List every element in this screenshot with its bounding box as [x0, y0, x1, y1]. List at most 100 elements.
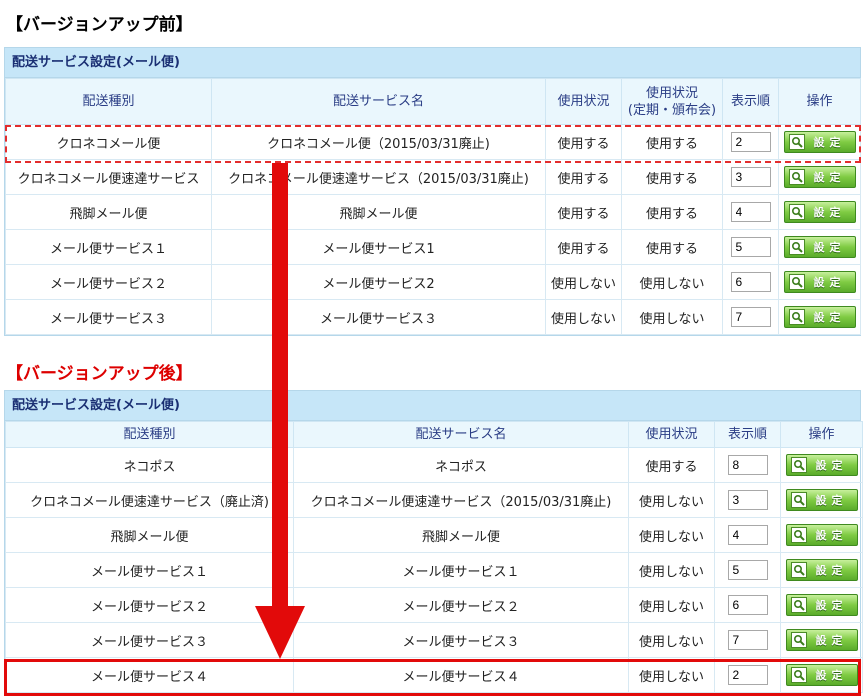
- header-service-name: 配送サービス名: [211, 78, 546, 125]
- display-order-input[interactable]: [730, 237, 771, 257]
- display-order-input[interactable]: [727, 455, 768, 475]
- delivery-type-cell: 飛脚メール便: [5, 194, 212, 230]
- action-cell: 設定: [778, 124, 861, 160]
- settings-button-label: 設定: [815, 459, 848, 472]
- action-cell: 設定: [780, 552, 863, 588]
- display-order-input[interactable]: [727, 665, 768, 685]
- delivery-type-cell: 飛脚メール便: [5, 517, 294, 553]
- display-order-input[interactable]: [730, 202, 771, 222]
- delivery-type-cell: メール便サービス１: [5, 552, 294, 588]
- table-row: メール便サービス３メール便サービス３使用しない 設定: [5, 622, 863, 658]
- status-cell: 使用しない: [628, 517, 715, 553]
- display-order-input[interactable]: [727, 560, 768, 580]
- settings-button[interactable]: 設定: [785, 629, 858, 651]
- table-row: 飛脚メール便飛脚メール便使用する使用する 設定: [5, 194, 861, 230]
- action-cell: 設定: [778, 159, 861, 195]
- delivery-type-cell: メール便サービス２: [5, 587, 294, 623]
- status-cell: 使用しない: [545, 299, 622, 335]
- wrench-magnifier-icon: [788, 274, 805, 290]
- table-row: メール便サービス１メール便サービス１使用しない 設定: [5, 552, 863, 588]
- display-order-input[interactable]: [727, 595, 768, 615]
- settings-button[interactable]: 設定: [783, 271, 856, 293]
- after-heading: 【バージョンアップ後】: [6, 364, 193, 384]
- display-order-input[interactable]: [727, 490, 768, 510]
- settings-button-label: 設定: [815, 494, 848, 507]
- action-cell: 設定: [778, 264, 861, 300]
- service-name-cell: クロネコメール便（2015/03/31廃止): [211, 124, 546, 160]
- wrench-magnifier-icon: [790, 597, 807, 613]
- action-cell: 設定: [780, 447, 863, 483]
- delivery-type-cell: メール便サービス３: [5, 299, 212, 335]
- settings-button[interactable]: 設定: [783, 306, 856, 328]
- header-status-regular-line1: 使用状況: [645, 85, 698, 101]
- settings-button[interactable]: 設定: [783, 131, 856, 153]
- display-order-input[interactable]: [727, 525, 768, 545]
- status-regular-cell: 使用する: [621, 159, 723, 195]
- header-status-regular-line2: (定期・頒布会): [627, 102, 717, 118]
- status-cell: 使用する: [545, 229, 622, 265]
- settings-table-after: 配送種別 配送サービス名 使用状況 表示順 操作 ネコポスネコポス使用する 設定…: [5, 421, 863, 693]
- service-name-cell: クロネコメール便速達サービス（2015/03/31廃止): [211, 159, 546, 195]
- table-header-row: 配送種別 配送サービス名 使用状況 表示順 操作: [5, 421, 863, 448]
- settings-button[interactable]: 設定: [783, 236, 856, 258]
- service-name-cell: 飛脚メール便: [293, 517, 629, 553]
- header-display-order: 表示順: [714, 421, 781, 448]
- settings-button[interactable]: 設定: [785, 489, 858, 511]
- settings-button[interactable]: 設定: [785, 454, 858, 476]
- settings-table-before: 配送種別 配送サービス名 使用状況 使用状況 (定期・頒布会) 表示順 操作 ク…: [5, 78, 861, 335]
- status-regular-cell: 使用する: [621, 124, 723, 160]
- action-cell: 設定: [780, 517, 863, 553]
- display-order-cell: [714, 482, 781, 518]
- display-order-input[interactable]: [730, 132, 771, 152]
- header-status-regular: 使用状況 (定期・頒布会): [621, 78, 723, 125]
- settings-button[interactable]: 設定: [785, 664, 858, 686]
- settings-table-after-body: ネコポスネコポス使用する 設定 クロネコメール便速達サービス（廃止済)クロネコメ…: [5, 447, 863, 693]
- status-cell: 使用する: [545, 124, 622, 160]
- wrench-magnifier-icon: [790, 492, 807, 508]
- delivery-type-cell: メール便サービス２: [5, 264, 212, 300]
- settings-button-label: 設定: [815, 529, 848, 542]
- display-order-cell: [714, 622, 781, 658]
- table-row: メール便サービス３メール便サービス３使用しない使用しない 設定: [5, 299, 861, 335]
- settings-button-label: 設定: [813, 241, 846, 254]
- display-order-cell: [722, 299, 779, 335]
- status-cell: 使用しない: [545, 264, 622, 300]
- display-order-cell: [714, 517, 781, 553]
- header-status: 使用状況: [545, 78, 622, 125]
- settings-button-label: 設定: [813, 311, 846, 324]
- settings-button-label: 設定: [815, 669, 848, 682]
- settings-button-label: 設定: [813, 276, 846, 289]
- delivery-type-cell: クロネコメール便: [5, 124, 212, 160]
- status-cell: 使用する: [628, 447, 715, 483]
- settings-button[interactable]: 設定: [785, 594, 858, 616]
- status-regular-cell: 使用しない: [621, 264, 723, 300]
- action-cell: 設定: [780, 622, 863, 658]
- table-row: クロネコメール便速達サービス クロネコメール便速達サービス（2015/03/31廃…: [5, 159, 861, 195]
- header-service-name: 配送サービス名: [293, 421, 629, 448]
- header-type: 配送種別: [5, 78, 212, 125]
- display-order-cell: [722, 264, 779, 300]
- table-row: 飛脚メール便飛脚メール便使用しない 設定: [5, 517, 863, 553]
- status-regular-cell: 使用する: [621, 229, 723, 265]
- wrench-magnifier-icon: [790, 527, 807, 543]
- wrench-magnifier-icon: [790, 562, 807, 578]
- action-cell: 設定: [778, 229, 861, 265]
- settings-button-label: 設定: [815, 564, 848, 577]
- wrench-magnifier-icon: [788, 134, 805, 150]
- service-name-cell: メール便サービス４: [293, 657, 629, 693]
- settings-button[interactable]: 設定: [785, 559, 858, 581]
- header-display-order: 表示順: [722, 78, 779, 125]
- display-order-input[interactable]: [727, 630, 768, 650]
- wrench-magnifier-icon: [788, 239, 805, 255]
- service-name-cell: メール便サービス2: [211, 264, 546, 300]
- display-order-input[interactable]: [730, 272, 771, 292]
- settings-button[interactable]: 設定: [783, 201, 856, 223]
- panel-title: 配送サービス設定(メール便): [5, 391, 860, 421]
- settings-button[interactable]: 設定: [783, 166, 856, 188]
- delivery-type-cell: クロネコメール便速達サービス: [5, 159, 212, 195]
- display-order-input[interactable]: [730, 307, 771, 327]
- table-row: クロネコメール便クロネコメール便（2015/03/31廃止)使用する使用する 設…: [5, 124, 861, 160]
- settings-button-label: 設定: [813, 136, 846, 149]
- display-order-input[interactable]: [730, 167, 771, 187]
- settings-button[interactable]: 設定: [785, 524, 858, 546]
